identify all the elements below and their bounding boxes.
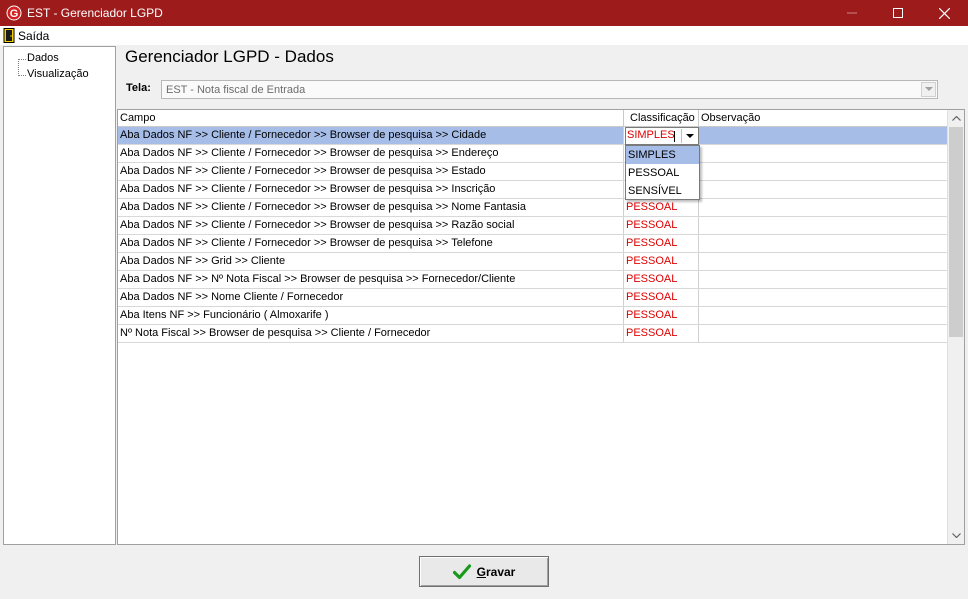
cell-observacao[interactable] <box>699 163 948 180</box>
close-icon <box>938 7 950 19</box>
table-row[interactable]: Aba Dados NF >> Nome Cliente / Fornecedo… <box>118 289 948 307</box>
cell-campo: Aba Dados NF >> Cliente / Fornecedor >> … <box>118 181 624 198</box>
combo-dropdown-button[interactable] <box>681 129 697 143</box>
column-header-observacao[interactable]: Observação <box>699 110 948 127</box>
maximize-button[interactable] <box>875 0 921 26</box>
cell-classificacao[interactable]: PESSOAL <box>624 199 699 216</box>
tree-connector <box>18 59 26 60</box>
cell-observacao[interactable] <box>699 289 948 306</box>
save-button-accesskey: G <box>476 564 486 579</box>
exit-door-icon <box>3 28 15 43</box>
tree-connector <box>18 75 26 76</box>
cell-observacao[interactable] <box>699 325 948 342</box>
cell-campo: Aba Itens NF >> Funcionário ( Almoxarife… <box>118 307 624 324</box>
text-caret <box>674 131 675 142</box>
table-row[interactable]: Nº Nota Fiscal >> Browser de pesquisa >>… <box>118 325 948 343</box>
table-row[interactable]: Aba Dados NF >> Nº Nota Fiscal >> Browse… <box>118 271 948 289</box>
title-bar: G EST - Gerenciador LGPD <box>0 0 968 26</box>
tela-select[interactable]: EST - Nota fiscal de Entrada <box>161 80 938 99</box>
cell-campo: Aba Dados NF >> Grid >> Cliente <box>118 253 624 270</box>
tree-connector <box>18 59 19 76</box>
table-row[interactable]: Aba Dados NF >> Cliente / Fornecedor >> … <box>118 181 948 199</box>
cell-classificacao[interactable]: PESSOAL <box>624 307 699 324</box>
table-row[interactable]: Aba Dados NF >> Cliente / Fornecedor >> … <box>118 127 948 145</box>
cell-campo: Aba Dados NF >> Nome Cliente / Fornecedo… <box>118 289 624 306</box>
chevron-down-icon <box>951 533 961 538</box>
save-button-label: Gravar <box>477 565 516 579</box>
cell-observacao[interactable] <box>699 253 948 270</box>
cell-classificacao[interactable]: PESSOAL <box>624 289 699 306</box>
minimize-button[interactable] <box>829 0 875 26</box>
combo-editor-value: SIMPLES <box>627 129 675 141</box>
chevron-down-icon <box>685 133 694 138</box>
cell-campo: Aba Dados NF >> Nº Nota Fiscal >> Browse… <box>118 271 624 288</box>
close-button[interactable] <box>921 0 967 26</box>
tela-select-value: EST - Nota fiscal de Entrada <box>166 84 306 96</box>
exit-menu-item[interactable]: Saída <box>3 27 49 44</box>
cell-campo: Aba Dados NF >> Cliente / Fornecedor >> … <box>118 199 624 216</box>
cell-observacao[interactable] <box>699 127 948 144</box>
chevron-down-icon <box>924 87 933 91</box>
menu-bar: Saída <box>0 26 968 45</box>
cell-observacao[interactable] <box>699 307 948 324</box>
window-title: EST - Gerenciador LGPD <box>27 6 163 20</box>
cell-observacao[interactable] <box>699 271 948 288</box>
grid-vertical-scrollbar[interactable] <box>947 110 964 544</box>
cell-observacao[interactable] <box>699 235 948 252</box>
bottom-bar: Gravar <box>0 546 968 599</box>
cell-campo: Nº Nota Fiscal >> Browser de pesquisa >>… <box>118 325 624 342</box>
save-button-label-rest: ravar <box>485 564 516 579</box>
dropdown-option-sensivel[interactable]: SENSÍVEL <box>626 182 699 200</box>
cell-campo: Aba Dados NF >> Cliente / Fornecedor >> … <box>118 163 624 180</box>
checkmark-icon <box>452 563 471 579</box>
scroll-down-button[interactable] <box>948 527 964 544</box>
table-row[interactable]: Aba Dados NF >> Grid >> Cliente PESSOAL <box>118 253 948 271</box>
grid-header: Campo Classificação Observação <box>118 110 948 127</box>
minimize-icon <box>847 12 857 14</box>
cell-observacao[interactable] <box>699 217 948 234</box>
exit-menu-label: Saída <box>18 28 50 43</box>
dropdown-option-pessoal[interactable]: PESSOAL <box>626 164 699 182</box>
cell-classificacao[interactable]: PESSOAL <box>624 217 699 234</box>
cell-campo: Aba Dados NF >> Cliente / Fornecedor >> … <box>118 217 624 234</box>
save-button[interactable]: Gravar <box>419 556 549 587</box>
page-title: Gerenciador LGPD - Dados <box>125 47 334 66</box>
column-header-campo[interactable]: Campo <box>118 110 624 127</box>
chevron-up-icon <box>951 116 961 121</box>
svg-text:G: G <box>10 8 19 20</box>
classificacao-dropdown-list: SIMPLES PESSOAL SENSÍVEL <box>625 145 700 200</box>
tree-item-dados[interactable]: Dados <box>27 52 59 64</box>
table-row[interactable]: Aba Itens NF >> Funcionário ( Almoxarife… <box>118 307 948 325</box>
column-header-classificacao[interactable]: Classificação <box>624 110 699 127</box>
cell-campo: Aba Dados NF >> Cliente / Fornecedor >> … <box>118 145 624 162</box>
cell-observacao[interactable] <box>699 145 948 162</box>
table-row[interactable]: Aba Dados NF >> Cliente / Fornecedor >> … <box>118 235 948 253</box>
maximize-icon <box>893 8 903 18</box>
cell-campo: Aba Dados NF >> Cliente / Fornecedor >> … <box>118 127 624 144</box>
table-row[interactable]: Aba Dados NF >> Cliente / Fornecedor >> … <box>118 163 948 181</box>
classificacao-combo-editor[interactable]: SIMPLES <box>625 127 699 145</box>
cell-classificacao[interactable]: PESSOAL <box>624 271 699 288</box>
cell-observacao[interactable] <box>699 181 948 198</box>
app-logo-icon: G <box>6 5 22 21</box>
cell-classificacao[interactable]: PESSOAL <box>624 235 699 252</box>
dropdown-option-simples[interactable]: SIMPLES <box>626 146 699 164</box>
scroll-up-button[interactable] <box>948 110 964 127</box>
cell-observacao[interactable] <box>699 199 948 216</box>
tela-label: Tela: <box>126 82 151 94</box>
table-row[interactable]: Aba Dados NF >> Cliente / Fornecedor >> … <box>118 145 948 163</box>
lgpd-grid: Campo Classificação Observação Aba Dados… <box>117 109 965 545</box>
cell-campo: Aba Dados NF >> Cliente / Fornecedor >> … <box>118 235 624 252</box>
tree-item-visualizacao[interactable]: Visualização <box>27 68 89 80</box>
tela-dropdown-button[interactable] <box>921 82 936 97</box>
navigation-tree: Dados Visualização <box>3 46 116 545</box>
cell-classificacao[interactable]: PESSOAL <box>624 253 699 270</box>
scroll-thumb[interactable] <box>949 127 963 337</box>
cell-classificacao[interactable]: PESSOAL <box>624 325 699 342</box>
table-row[interactable]: Aba Dados NF >> Cliente / Fornecedor >> … <box>118 217 948 235</box>
table-row[interactable]: Aba Dados NF >> Cliente / Fornecedor >> … <box>118 199 948 217</box>
